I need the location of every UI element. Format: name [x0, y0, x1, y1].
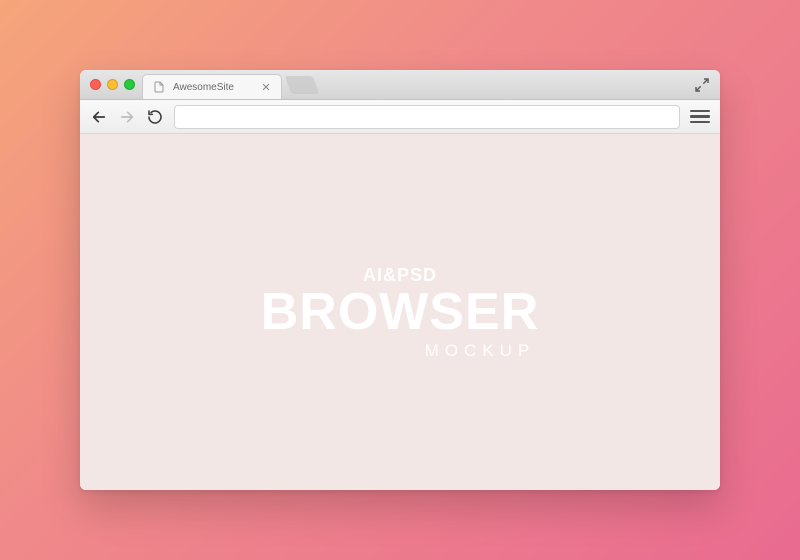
browser-window: AwesomeSite — [80, 70, 720, 490]
file-icon — [153, 81, 165, 93]
hero-line-1: AI&PSD — [261, 266, 540, 284]
hero-line-2: BROWSER — [261, 286, 540, 338]
page-viewport: AI&PSD BROWSER MOCKUP — [80, 134, 720, 490]
hero-line-3: MOCKUP — [261, 342, 540, 359]
menu-button[interactable] — [690, 108, 710, 126]
forward-button[interactable] — [118, 108, 136, 126]
hero-text: AI&PSD BROWSER MOCKUP — [261, 266, 540, 359]
window-controls — [90, 79, 135, 90]
close-window-button[interactable] — [90, 79, 101, 90]
address-bar[interactable] — [174, 105, 680, 129]
toolbar — [80, 100, 720, 134]
hamburger-icon — [690, 110, 710, 113]
back-button[interactable] — [90, 108, 108, 126]
reload-button[interactable] — [146, 108, 164, 126]
tabs-container: AwesomeSite — [142, 74, 316, 99]
tab-bar: AwesomeSite — [80, 70, 720, 100]
maximize-window-button[interactable] — [124, 79, 135, 90]
tab-title: AwesomeSite — [173, 82, 251, 93]
tab-awesomesite[interactable]: AwesomeSite — [142, 74, 282, 99]
minimize-window-button[interactable] — [107, 79, 118, 90]
close-tab-button[interactable] — [259, 80, 273, 94]
new-tab-button[interactable] — [285, 76, 320, 94]
fullscreen-icon[interactable] — [694, 77, 710, 93]
